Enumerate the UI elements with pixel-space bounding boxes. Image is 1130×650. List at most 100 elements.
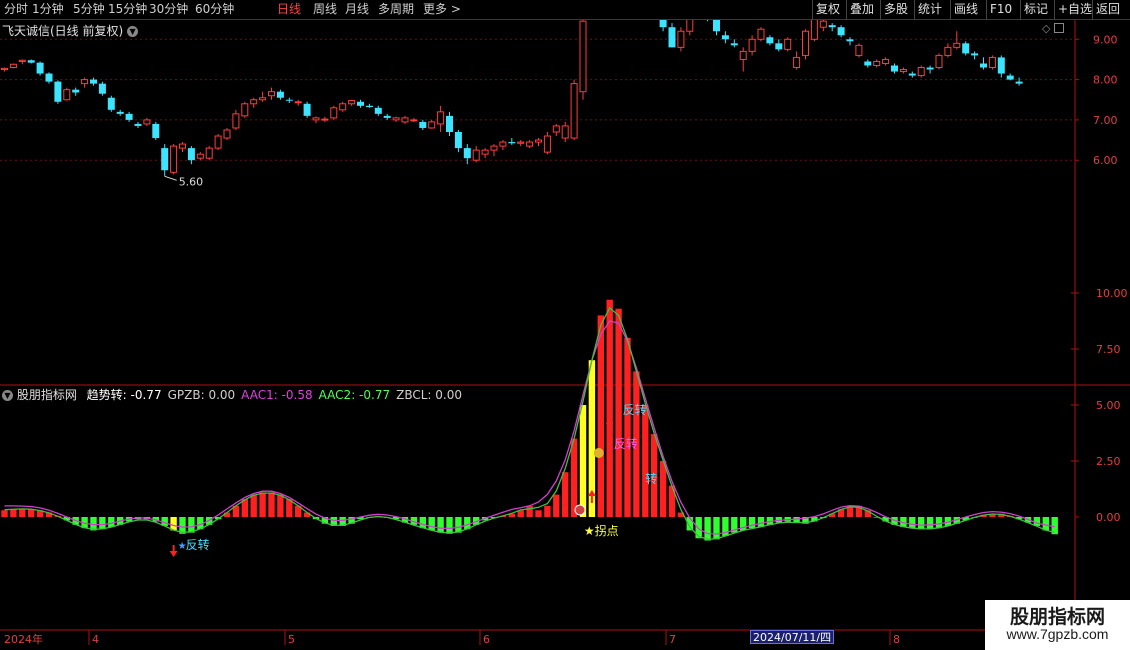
toolbar-button-7[interactable]: +自选 xyxy=(1054,0,1092,20)
candle-body-down xyxy=(419,121,427,128)
candle-body-down xyxy=(276,91,284,98)
period-tab-7[interactable]: 周线 xyxy=(313,0,337,20)
candle-body-up xyxy=(944,46,952,56)
candle-body-down xyxy=(1015,81,1023,84)
candle-body-up xyxy=(321,118,329,121)
split-panel-icon[interactable] xyxy=(1053,23,1064,33)
candle-body-up xyxy=(953,42,961,48)
diamond-icon[interactable]: ◇ xyxy=(1042,22,1050,35)
toolbar-button-2[interactable]: 多股 xyxy=(880,0,908,20)
candle-body-up xyxy=(561,125,569,139)
candle-body-down xyxy=(187,148,195,161)
candle-body-up xyxy=(855,44,863,56)
candle-body-up xyxy=(873,60,881,66)
indicator-bar xyxy=(437,517,444,533)
candle-body-down xyxy=(659,20,667,28)
indicator-value-3: AAC2: -0.77 xyxy=(318,388,391,402)
candle-body-up xyxy=(526,141,534,147)
period-tab-2[interactable]: 5分钟 xyxy=(73,0,105,20)
toolbar-button-4[interactable]: 画线 xyxy=(950,0,978,20)
indicator-bar xyxy=(918,517,925,530)
chart-area[interactable]: 13.0012.0011.0010.009.008.007.006.0010.7… xyxy=(0,20,1130,650)
indicator-bar xyxy=(926,517,934,530)
indicator-bar xyxy=(615,308,622,517)
period-tab-1[interactable]: 1分钟 xyxy=(32,0,64,20)
indicator-bar xyxy=(250,494,257,517)
time-axis-label: 8 xyxy=(893,633,900,646)
candle-body-up xyxy=(517,141,525,144)
candle-body-down xyxy=(72,89,80,93)
aac1-line xyxy=(4,320,1055,535)
indicator-bar xyxy=(606,299,613,517)
indicator-value-1: GPZB: 0.00 xyxy=(167,388,236,402)
indicator-bar xyxy=(10,509,17,517)
chevron-down-icon[interactable]: ▼ xyxy=(127,26,139,37)
candle-body-up xyxy=(579,20,587,93)
candle-body-down xyxy=(454,131,462,149)
indicator-value-0: 趋势转: -0.77 xyxy=(86,388,162,402)
indicator-bar xyxy=(562,472,569,517)
candle-body-up xyxy=(250,99,258,105)
toolbar-button-5[interactable]: F10 xyxy=(986,0,1012,20)
watermark: 股朋指标网 www.7gpzb.com xyxy=(985,600,1130,650)
period-tab-8[interactable]: 月线 xyxy=(345,0,369,20)
candle-body-up xyxy=(899,69,907,73)
toolbar-button-8[interactable]: 返回 xyxy=(1092,0,1120,20)
candle-body-up xyxy=(499,141,507,147)
candle-body-up xyxy=(686,20,694,32)
candle-body-up xyxy=(437,111,445,125)
candle-body-down xyxy=(36,62,44,74)
candle-body-down xyxy=(828,25,836,28)
period-tab-4[interactable]: 30分钟 xyxy=(149,0,188,20)
candle-body-up xyxy=(410,119,418,122)
candle-body-up xyxy=(472,149,480,161)
indicator-bar xyxy=(428,517,435,531)
period-tab-0[interactable]: 分时 xyxy=(4,0,28,20)
candle-body-up xyxy=(802,30,809,56)
candle-body-up xyxy=(259,97,267,101)
turn-label: 转 xyxy=(645,471,657,486)
period-tab-3[interactable]: 15分钟 xyxy=(108,0,147,20)
indicator-bar xyxy=(642,405,649,517)
toolbar-button-0[interactable]: 复权 xyxy=(812,0,840,20)
time-axis-label: 5 xyxy=(288,633,295,646)
indicator-tick-label: 5.00 xyxy=(1096,399,1121,412)
candle-body-down xyxy=(161,148,169,171)
indicator-bar xyxy=(659,461,667,517)
indicator-name: 股朋指标网 xyxy=(16,388,77,402)
watermark-url: www.7gpzb.com xyxy=(1006,626,1109,642)
candle-body-up xyxy=(312,117,320,121)
turn-point-label: ★拐点 xyxy=(584,523,619,538)
candle-body-up xyxy=(739,50,747,60)
toolbar-button-3[interactable]: 统计 xyxy=(914,0,942,20)
indicator-tick-label: 2.50 xyxy=(1096,455,1121,468)
candle-body-up xyxy=(552,125,560,133)
candle-body-up xyxy=(401,117,409,123)
candle-body-up xyxy=(330,107,338,119)
panel-toggle-icons[interactable]: ◇ xyxy=(1042,22,1064,35)
candle-body-down xyxy=(383,115,391,118)
indicator-bar xyxy=(19,508,26,517)
candle-body-down xyxy=(980,63,987,68)
candle-body-up xyxy=(241,103,249,117)
period-tab-10[interactable]: 更多 > xyxy=(423,0,461,20)
period-tab-9[interactable]: 多周期 xyxy=(378,0,414,20)
indicator-bar xyxy=(1042,517,1049,531)
toolbar-button-6[interactable]: 标记 xyxy=(1020,0,1048,20)
indicator-bar xyxy=(704,517,711,541)
candle-body-down xyxy=(926,67,934,70)
indicator-bar xyxy=(624,337,631,517)
indicator-bar xyxy=(259,492,266,517)
indicator-settings-icon[interactable]: ▼ xyxy=(2,390,13,401)
period-tab-6[interactable]: 日线 xyxy=(277,0,301,20)
candle-body-up xyxy=(757,28,765,40)
candle-body-up xyxy=(63,89,71,101)
indicator-value-4: ZBCL: 0.00 xyxy=(396,388,462,402)
indicator-bar xyxy=(695,517,702,539)
candle-body-up xyxy=(784,38,792,50)
candle-body-up xyxy=(988,56,996,69)
period-tab-5[interactable]: 60分钟 xyxy=(195,0,234,20)
indicator-bar xyxy=(935,517,943,529)
low-price-label: 5.60 xyxy=(179,175,204,188)
toolbar-button-1[interactable]: 叠加 xyxy=(846,0,874,20)
